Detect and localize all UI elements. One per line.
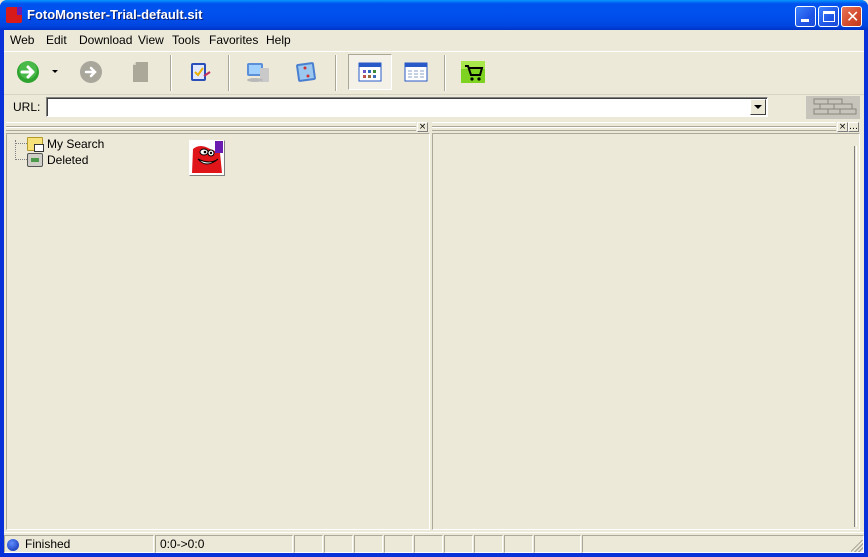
- menu-download[interactable]: Download: [79, 33, 132, 47]
- globe-icon: [7, 539, 19, 551]
- status-panel: [354, 535, 383, 553]
- status-bar: Finished 0:0->0:0: [4, 532, 864, 553]
- content-pane: × …: [432, 122, 862, 530]
- status-panel: [504, 535, 533, 553]
- toolbar-separator: [335, 55, 337, 91]
- left-pane-close-button[interactable]: ×: [417, 122, 428, 132]
- search-folder-icon: [27, 137, 44, 152]
- right-pane-restore-button[interactable]: …: [848, 122, 859, 132]
- vertical-splitter[interactable]: [854, 146, 857, 527]
- computer-button[interactable]: [241, 56, 275, 88]
- menu-favorites[interactable]: Favorites: [209, 33, 258, 47]
- forward-arrow-icon: [80, 61, 102, 83]
- menu-bar: Web Edit Download View Tools Favorites H…: [4, 30, 864, 50]
- url-label: URL:: [13, 100, 41, 114]
- checklist-button[interactable]: [183, 56, 217, 88]
- resize-grip[interactable]: [851, 540, 863, 552]
- fotomonster-mascot: [189, 140, 225, 176]
- status-panel: [474, 535, 503, 553]
- right-pane-close-button[interactable]: ×: [837, 122, 848, 132]
- minimize-button[interactable]: [795, 6, 816, 27]
- status-panel: [324, 535, 353, 553]
- page-icon: [133, 62, 148, 82]
- range-text: 0:0->0:0: [160, 537, 205, 551]
- app-icon[interactable]: [6, 7, 22, 23]
- maximize-icon: [823, 11, 835, 22]
- toolbar-separator: [170, 55, 172, 91]
- app-window: FotoMonster-Trial-default.sit ✕ Web Edit…: [0, 0, 868, 557]
- pane-grip[interactable]: [432, 122, 836, 131]
- url-combobox[interactable]: [46, 97, 768, 117]
- maximize-button[interactable]: [818, 6, 839, 27]
- status-panel: [444, 535, 473, 553]
- list-view-icon: [404, 62, 428, 82]
- page-button[interactable]: [125, 56, 159, 88]
- minimize-icon: [801, 19, 809, 22]
- brick-logo: [806, 96, 860, 119]
- folder-tree: My Search Deleted: [6, 133, 430, 530]
- checklist-icon: [191, 63, 211, 81]
- go-dropdown-button[interactable]: [48, 56, 62, 88]
- status-text-panel: Finished: [4, 535, 154, 553]
- status-panel: [582, 535, 864, 553]
- tree-item-label: My Search: [47, 137, 105, 151]
- menu-edit[interactable]: Edit: [46, 33, 67, 47]
- forward-button[interactable]: [74, 56, 108, 88]
- picture-button[interactable]: [289, 56, 323, 88]
- tree-item-label: Deleted: [47, 153, 89, 167]
- recycle-bin-icon: [27, 153, 43, 167]
- toolbar-separator: [228, 55, 230, 91]
- status-panel: [384, 535, 413, 553]
- pane-grip[interactable]: [6, 122, 416, 131]
- status-panel: [534, 535, 581, 553]
- status-panel: [414, 535, 443, 553]
- toolbar-separator: [444, 55, 446, 91]
- content-view: [432, 133, 860, 530]
- url-input[interactable]: [49, 99, 749, 115]
- thumbnail-view-icon: [358, 62, 382, 82]
- menu-view[interactable]: View: [138, 33, 164, 47]
- client-area: Web Edit Download View Tools Favorites H…: [4, 30, 864, 553]
- range-panel: 0:0->0:0: [155, 535, 293, 553]
- url-dropdown-button[interactable]: [750, 99, 766, 115]
- menu-help[interactable]: Help: [266, 33, 291, 47]
- mascot-icon: [190, 141, 224, 175]
- tree-connector: [15, 159, 27, 160]
- picture-icon: [296, 62, 316, 82]
- shop-button[interactable]: [456, 56, 490, 88]
- computer-icon: [247, 63, 269, 82]
- go-arrow-icon: [17, 61, 39, 83]
- folder-tree-pane: × My Search Deleted: [6, 122, 430, 530]
- list-view-button[interactable]: [399, 56, 433, 88]
- thumbnail-view-button[interactable]: [348, 54, 392, 90]
- dropdown-arrow-icon: [52, 70, 58, 73]
- tree-item-my-search[interactable]: My Search: [27, 136, 104, 152]
- window-title: FotoMonster-Trial-default.sit: [27, 7, 203, 22]
- menu-tools[interactable]: Tools: [172, 33, 200, 47]
- shopping-cart-icon: [461, 61, 485, 83]
- go-button[interactable]: [11, 56, 45, 88]
- url-bar: URL:: [4, 94, 864, 120]
- title-bar[interactable]: FotoMonster-Trial-default.sit ✕: [0, 0, 868, 30]
- status-text: Finished: [25, 537, 71, 551]
- close-button[interactable]: ✕: [841, 6, 862, 27]
- menu-web[interactable]: Web: [10, 33, 34, 47]
- status-panel: [294, 535, 323, 553]
- toolbar: [4, 51, 864, 93]
- close-icon: ✕: [846, 7, 860, 26]
- tree-connector: [15, 143, 27, 144]
- brick-wall-icon: [813, 98, 857, 115]
- tree-item-deleted[interactable]: Deleted: [27, 152, 88, 168]
